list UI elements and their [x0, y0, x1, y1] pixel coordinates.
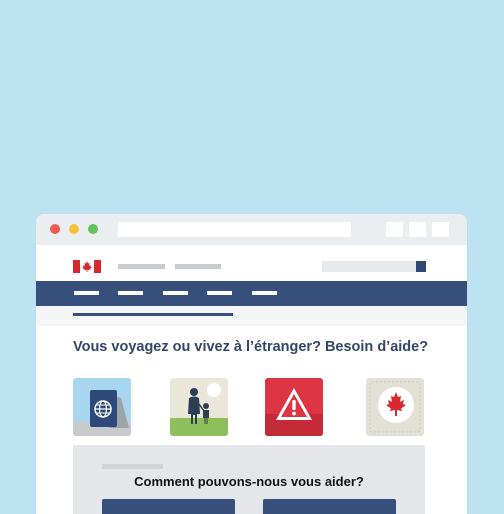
help-label-placeholder [102, 464, 163, 469]
top-link[interactable] [175, 264, 221, 269]
family-icon [170, 378, 228, 436]
nav-item[interactable] [118, 291, 143, 295]
search-input[interactable] [322, 261, 417, 272]
top-link[interactable] [118, 264, 165, 269]
address-bar[interactable] [118, 222, 351, 237]
flag-band [73, 260, 80, 273]
browser-window: Vous voyagez ou vivez à l’étranger? Beso… [36, 214, 467, 514]
page-title: Vous voyagez ou vivez à l’étranger? Beso… [73, 339, 429, 355]
breadcrumb-bar [36, 306, 467, 326]
help-title: Comment pouvons-nous vous aider? [134, 474, 364, 489]
warning-icon [265, 378, 323, 436]
help-panel: Comment pouvons-nous vous aider? [73, 445, 425, 514]
browser-titlebar [36, 214, 467, 245]
minimize-window-button[interactable] [69, 224, 79, 234]
maple-leaf-icon [366, 378, 424, 436]
passport-icon [73, 378, 131, 436]
nav-item[interactable] [252, 291, 277, 295]
close-window-button[interactable] [50, 224, 60, 234]
tile-canada[interactable] [366, 378, 424, 436]
nav-item[interactable] [163, 291, 188, 295]
breadcrumb [73, 313, 233, 316]
tile-family[interactable] [170, 378, 228, 436]
nav-item[interactable] [74, 291, 99, 295]
maple-leaf-icon [82, 261, 92, 272]
help-option-button[interactable] [263, 499, 396, 514]
canada-flag-logo[interactable] [73, 260, 101, 273]
help-option-button[interactable] [102, 499, 235, 514]
toolbar-button[interactable] [409, 222, 426, 237]
maximize-window-button[interactable] [88, 224, 98, 234]
toolbar-button[interactable] [386, 222, 403, 237]
flag-band [94, 260, 101, 273]
search-button[interactable] [416, 261, 426, 272]
toolbar-button[interactable] [432, 222, 449, 237]
main-nav [36, 281, 467, 306]
tile-passport[interactable] [73, 378, 131, 436]
tile-warning[interactable] [265, 378, 323, 436]
nav-item[interactable] [207, 291, 232, 295]
